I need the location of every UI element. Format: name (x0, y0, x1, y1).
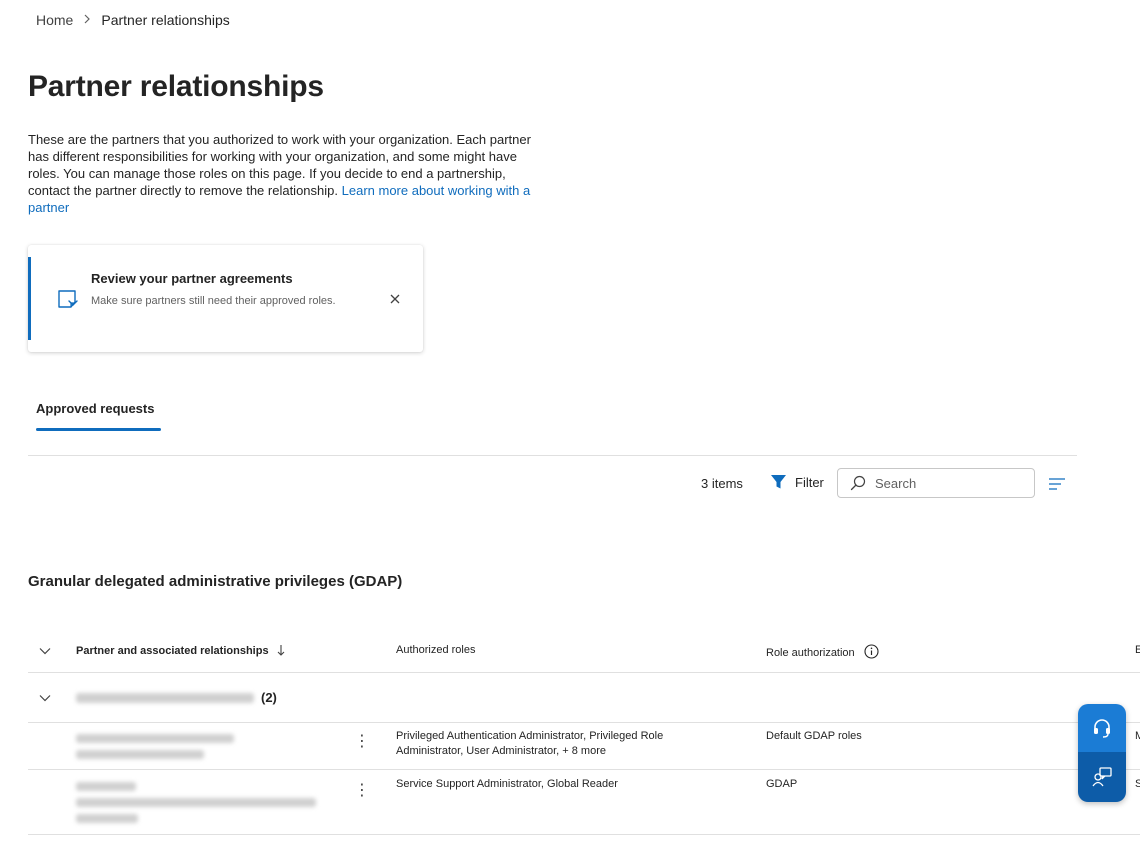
search-icon (850, 475, 866, 491)
sort-descending-icon (277, 645, 285, 656)
column-header-authorization-label: Role authorization (766, 647, 855, 659)
search-box[interactable] (837, 468, 1035, 498)
list-view-icon[interactable] (1048, 477, 1066, 491)
row-extra: S (1135, 778, 1140, 790)
redacted-relationship-id (76, 750, 204, 759)
items-count: 3 items (701, 476, 743, 491)
person-feedback-icon (1092, 767, 1112, 787)
row-authorization: Default GDAP roles (766, 730, 862, 742)
support-button[interactable] (1078, 704, 1126, 752)
more-options-icon[interactable]: ⋮ (354, 783, 370, 799)
tab-approved-requests[interactable]: Approved requests (36, 401, 154, 416)
row-extra: M (1135, 730, 1140, 742)
redacted-partner-name (76, 693, 254, 703)
group-collapse-chevron-icon[interactable] (38, 691, 52, 710)
redacted-relationship-suffix (76, 814, 138, 823)
close-icon[interactable] (386, 290, 404, 308)
review-agreements-card: Review your partner agreements Make sure… (28, 245, 423, 352)
header-divider (28, 672, 1140, 673)
column-header-partner-label: Partner and associated relationships (76, 645, 269, 657)
redacted-relationship-id (76, 798, 316, 807)
filter-button[interactable]: Filter (770, 474, 824, 490)
expand-all-chevron-icon[interactable] (38, 644, 52, 663)
search-input[interactable] (873, 474, 1027, 492)
section-title: Granular delegated administrative privil… (28, 573, 403, 590)
breadcrumb: Home Partner relationships (36, 12, 230, 28)
row-divider (28, 834, 1140, 835)
help-floating-panel (1078, 704, 1126, 802)
page-title: Partner relationships (28, 70, 324, 103)
row-authorization: GDAP (766, 778, 798, 790)
chevron-right-icon (83, 13, 91, 27)
card-body: Make sure partners still need their appr… (91, 295, 336, 307)
row-roles: Privileged Authentication Administrator,… (396, 730, 664, 757)
column-header-partner[interactable]: Partner and associated relationships (76, 644, 286, 657)
card-accent-bar (28, 257, 31, 340)
group-count: (2) (261, 690, 277, 705)
breadcrumb-home[interactable]: Home (36, 12, 73, 28)
column-header-authorization[interactable]: Role authorization (766, 644, 879, 659)
info-icon[interactable] (864, 644, 879, 659)
filter-label: Filter (795, 474, 824, 490)
column-header-extra[interactable]: E (1135, 644, 1140, 656)
card-title: Review your partner agreements (91, 271, 293, 286)
row-roles: Service Support Administrator, Global Re… (396, 778, 618, 790)
document-review-icon (56, 287, 80, 311)
redacted-relationship-name (76, 782, 136, 791)
column-header-roles[interactable]: Authorized roles (396, 644, 476, 656)
page-description: These are the partners that you authoriz… (28, 131, 548, 216)
tab-selected-indicator (36, 428, 161, 431)
breadcrumb-current: Partner relationships (101, 12, 230, 28)
filter-icon (771, 475, 786, 489)
feedback-button[interactable] (1078, 752, 1126, 802)
headset-icon (1094, 719, 1110, 738)
toolbar-divider (28, 455, 1077, 456)
redacted-relationship-name (76, 734, 234, 743)
more-options-icon[interactable]: ⋮ (354, 734, 370, 750)
